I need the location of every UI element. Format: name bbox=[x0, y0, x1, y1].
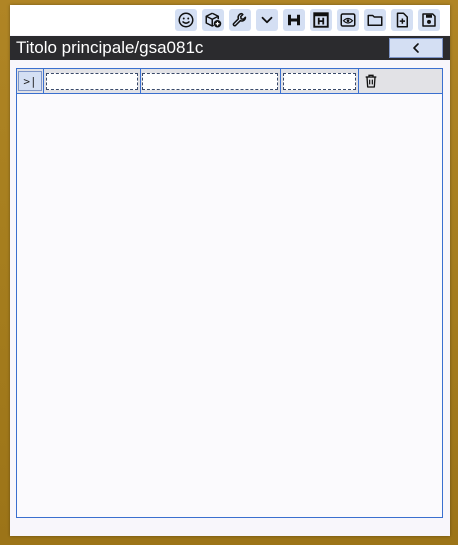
row-field-3[interactable] bbox=[283, 73, 356, 90]
package-add-icon bbox=[205, 12, 222, 28]
back-button[interactable] bbox=[389, 38, 443, 58]
new-file-icon bbox=[396, 12, 408, 28]
content-panel: >| bbox=[16, 68, 443, 518]
app-window: Titolo principale/gsa081c >| bbox=[10, 5, 450, 536]
page-title: Titolo principale/gsa081c bbox=[16, 38, 204, 57]
save-icon bbox=[422, 13, 436, 27]
package-add-button[interactable] bbox=[202, 9, 224, 31]
delete-row-button[interactable] bbox=[362, 72, 380, 90]
preview-button[interactable] bbox=[337, 9, 359, 31]
eye-icon bbox=[340, 13, 356, 27]
open-folder-button[interactable] bbox=[364, 9, 386, 31]
chevron-down-icon bbox=[261, 16, 273, 24]
new-file-button[interactable] bbox=[391, 9, 413, 31]
wrench-icon bbox=[232, 12, 247, 27]
column-divider bbox=[43, 69, 44, 93]
table-row: >| bbox=[17, 69, 442, 94]
expand-row-button[interactable]: >| bbox=[18, 71, 42, 91]
wrench-button[interactable] bbox=[229, 9, 251, 31]
heading-box-button[interactable] bbox=[310, 9, 332, 31]
title-bar: Titolo principale/gsa081c bbox=[10, 36, 450, 60]
trash-icon bbox=[365, 74, 377, 88]
chevron-left-icon bbox=[413, 43, 419, 53]
dropdown-button[interactable] bbox=[256, 9, 278, 31]
save-button[interactable] bbox=[418, 9, 440, 31]
smiley-icon bbox=[178, 12, 194, 28]
smiley-button[interactable] bbox=[175, 9, 197, 31]
heading-icon bbox=[288, 14, 300, 26]
column-divider bbox=[140, 69, 141, 93]
column-divider bbox=[280, 69, 281, 93]
row-field-1[interactable] bbox=[46, 73, 138, 90]
folder-icon bbox=[367, 14, 383, 26]
column-divider bbox=[358, 69, 359, 93]
row-field-2[interactable] bbox=[142, 73, 278, 90]
heading-box-icon bbox=[313, 12, 329, 28]
toolbar bbox=[10, 5, 450, 35]
heading-button[interactable] bbox=[283, 9, 305, 31]
